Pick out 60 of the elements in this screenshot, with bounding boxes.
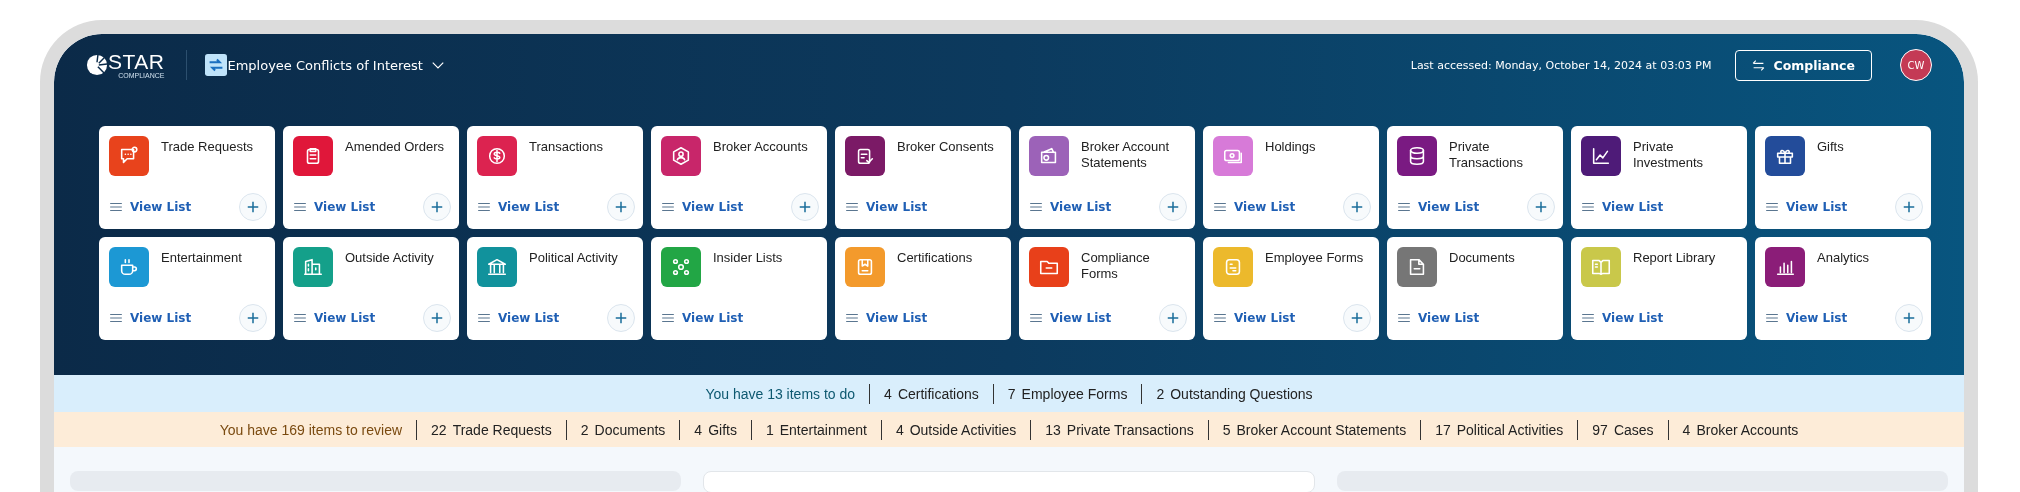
app-switcher[interactable]: Employee Conflicts of Interest	[227, 57, 445, 73]
module-title: Report Library	[1633, 249, 1716, 266]
module-title: Private Transactions	[1449, 138, 1524, 171]
view-list-link[interactable]: View List	[1765, 200, 1848, 214]
module-title: Broker Consents	[897, 138, 994, 155]
view-list-link[interactable]: View List	[1213, 200, 1296, 214]
module-title: Insider Lists	[713, 249, 783, 266]
view-list-link[interactable]: View List	[661, 311, 744, 325]
summary-text: You have 169 items to review	[218, 421, 404, 438]
view-list-link[interactable]: View List	[1029, 200, 1112, 214]
view-list-link[interactable]: View List	[109, 200, 192, 214]
view-list-link[interactable]: View List	[293, 311, 376, 325]
logo-name: STAR	[108, 51, 165, 72]
view-list-link[interactable]: View List	[1765, 311, 1848, 325]
module-title: Trade Requests	[161, 138, 253, 155]
view-list-link[interactable]: View List	[1581, 200, 1664, 214]
review-item-link[interactable]: 4 Outside Activities	[880, 419, 1031, 440]
module-title: Amended Orders	[345, 138, 444, 155]
todo-item-link[interactable]: 4 Certifications	[869, 383, 993, 404]
review-item-link[interactable]: 4 Gifts	[679, 419, 751, 440]
view-list-link[interactable]: View List	[1029, 311, 1112, 325]
summary-text: You have 13 items to do	[704, 385, 857, 402]
view-list-link[interactable]: View List	[1581, 311, 1664, 325]
module-title: Broker Account Statements	[1081, 138, 1171, 171]
view-list-link[interactable]: View List	[661, 200, 744, 214]
view-list-link[interactable]: View List	[109, 311, 192, 325]
module-title: Analytics	[1817, 249, 1870, 266]
view-list-link[interactable]: View List	[477, 311, 560, 325]
review-item-link[interactable]: 17 Political Activities	[1420, 419, 1578, 440]
module-title: Transactions	[529, 138, 603, 155]
module-title: Entertainment	[161, 249, 242, 266]
review-item-link[interactable]: 22 Trade Requests	[416, 419, 566, 440]
review-item-link[interactable]: 2 Documents	[565, 419, 680, 440]
review-item-link[interactable]: 13 Private Transactions	[1030, 419, 1208, 440]
user-avatar[interactable]: CW	[1900, 49, 1932, 81]
review-item-link[interactable]: 4 Broker Accounts	[1667, 419, 1813, 440]
module-title: Outside Activity	[345, 249, 434, 266]
view-list-link[interactable]: View List	[477, 200, 560, 214]
module-title: Holdings	[1265, 138, 1316, 155]
review-item-link[interactable]: 5 Broker Account Statements	[1207, 419, 1421, 440]
todo-item-link[interactable]: 7 Employee Forms	[992, 383, 1142, 404]
review-item-link[interactable]: 1 Entertainment	[750, 419, 881, 440]
view-list-link[interactable]: View List	[1397, 200, 1480, 214]
module-title: Political Activity	[529, 249, 618, 266]
view-list-link[interactable]: View List	[845, 311, 928, 325]
review-item-link[interactable]: 97 Cases	[1577, 419, 1668, 440]
module-title: Certifications	[897, 249, 973, 266]
module-title: Employee Forms	[1265, 249, 1364, 266]
view-list-link[interactable]: View List	[845, 200, 928, 214]
todo-item-link[interactable]: 2 Outstanding Questions	[1141, 383, 1327, 404]
module-title: Gifts	[1817, 138, 1844, 155]
module-title: Broker Accounts	[713, 138, 808, 155]
module-title: Documents	[1449, 249, 1515, 266]
view-list-link[interactable]: View List	[1213, 311, 1296, 325]
module-title: Private Investments	[1633, 138, 1705, 171]
last-accessed-text: Last accessed: Monday, October 14, 2024 at 03:03 PM	[1410, 58, 1712, 72]
view-list-link[interactable]: View List	[293, 200, 376, 214]
role-button[interactable]: Compliance	[1735, 49, 1872, 81]
module-title: Compliance Forms	[1081, 249, 1151, 282]
view-list-link[interactable]: View List	[1397, 311, 1480, 325]
